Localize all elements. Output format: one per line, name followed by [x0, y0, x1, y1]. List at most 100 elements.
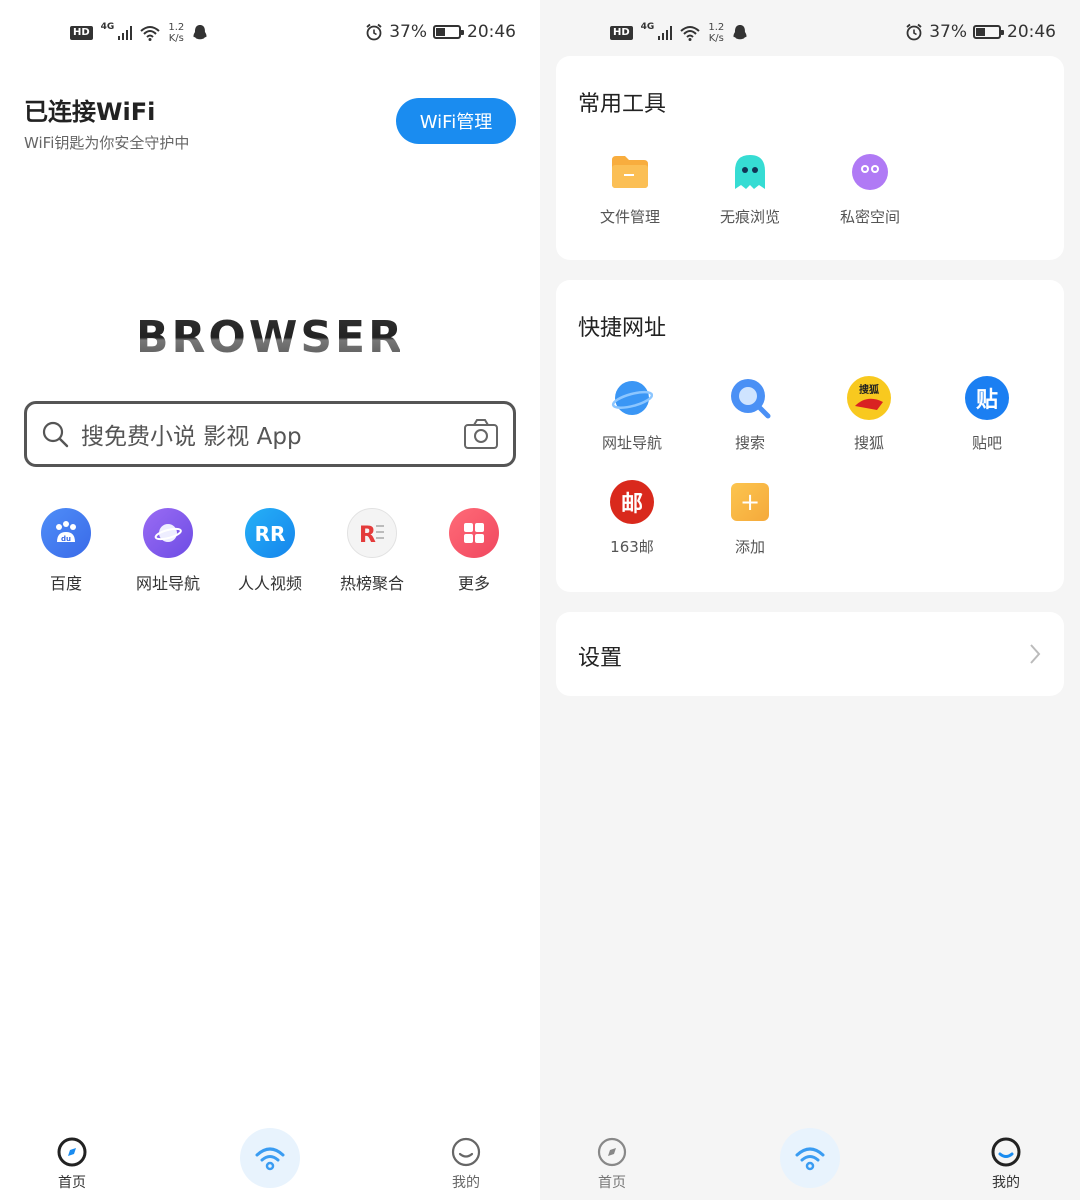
shortcut-tieba[interactable]: 贴 贴吧 — [937, 376, 1037, 453]
tool-incognito[interactable]: 无痕浏览 — [700, 150, 800, 227]
tool-private-space[interactable]: 私密空间 — [820, 150, 920, 227]
folder-icon — [608, 150, 652, 194]
tool-label: 私密空间 — [839, 208, 900, 226]
shortcut-label: 搜索 — [734, 434, 765, 452]
mask-icon — [848, 150, 892, 194]
quick-link-hot-list[interactable]: R 热榜聚合 — [327, 508, 417, 594]
search-placeholder: 搜免费小说 影视 App — [81, 424, 302, 450]
search-q-icon — [728, 376, 772, 420]
quick-link-more[interactable]: 更多 — [429, 508, 519, 594]
tool-label: 文件管理 — [599, 208, 660, 226]
battery-percent: 37% — [389, 22, 427, 42]
quick-link-nav[interactable]: 网址导航 — [123, 508, 213, 594]
nav-home-label: 首页 — [58, 1175, 86, 1191]
camera-icon[interactable] — [463, 418, 499, 450]
tieba-icon: 贴 — [965, 376, 1009, 420]
speed-value: 1.2 — [708, 22, 725, 33]
chevron-right-icon — [1030, 644, 1041, 664]
network-type: 4G — [100, 22, 115, 32]
qq-icon — [733, 25, 747, 40]
signal-icon — [658, 26, 673, 40]
quick-link-rrvideo[interactable]: RR 人人视频 — [225, 508, 315, 594]
tool-file-manager[interactable]: 文件管理 — [580, 150, 680, 227]
shortcuts-card: 快捷网址 网址导航 搜索 搜狐 搜狐 贴 贴吧 邮 163邮 + 添加 — [556, 280, 1064, 592]
alarm-icon — [906, 23, 922, 41]
compass-icon — [597, 1137, 627, 1167]
shortcut-nav[interactable]: 网址导航 — [582, 376, 682, 453]
wifi-icon — [255, 1147, 285, 1171]
qq-icon — [193, 25, 207, 40]
quick-link-label: 百度 — [49, 574, 82, 593]
smile-icon — [451, 1137, 481, 1167]
add-badge: + — [739, 488, 761, 516]
nav-mine-label: 我的 — [452, 1175, 480, 1191]
signal-icon — [118, 26, 133, 40]
quick-link-label: 人人视频 — [237, 574, 302, 593]
planet-icon — [610, 376, 654, 420]
compass-icon — [57, 1137, 87, 1167]
shortcut-label: 添加 — [734, 538, 765, 556]
alarm-icon — [366, 23, 382, 41]
battery-icon — [973, 25, 1004, 39]
quick-links: du 百度 网址导航 RR 人人视频 R 热榜聚合 更多 — [0, 508, 540, 594]
quick-link-baidu[interactable]: du 百度 — [21, 508, 111, 594]
mail163-icon: 邮 — [610, 480, 654, 524]
nav-mine[interactable]: 我的 — [976, 1136, 1036, 1192]
quick-link-label: 热榜聚合 — [339, 574, 404, 593]
tool-label: 无痕浏览 — [719, 208, 780, 226]
browser-logo: BROWSER — [0, 308, 540, 368]
bottom-nav: 首页 我的 — [540, 1128, 1080, 1200]
nav-wifi-button[interactable] — [780, 1128, 840, 1188]
hd-icon: HD — [70, 26, 93, 40]
shortcut-label: 贴吧 — [971, 434, 1002, 452]
settings-row[interactable]: 设置 — [556, 612, 1064, 696]
grid-icon — [449, 508, 499, 558]
home-screen: HD 4G 1.2 K/s 37% 20:46 已连接WiFi WiFi钥匙为你安… — [0, 0, 540, 1200]
network-speed: 1.2 K/s — [168, 22, 184, 44]
planet-icon — [143, 508, 193, 558]
speed-value: 1.2 — [168, 22, 185, 33]
hd-icon: HD — [610, 26, 633, 40]
search-icon — [42, 421, 69, 448]
nav-home[interactable]: 首页 — [42, 1136, 102, 1192]
network-speed: 1.2 K/s — [708, 22, 724, 44]
speed-unit: K/s — [708, 33, 724, 44]
battery-icon — [433, 25, 464, 39]
speed-unit: K/s — [168, 33, 184, 44]
tools-card: 常用工具 文件管理 无痕浏览 私密空间 — [556, 56, 1064, 260]
shortcut-add[interactable]: + 添加 — [700, 480, 800, 557]
search-box[interactable]: 搜免费小说 影视 App — [24, 401, 516, 467]
baidu-icon: du — [41, 508, 91, 558]
nav-wifi-button[interactable] — [240, 1128, 300, 1188]
browser-logo-mark: BROWSER — [135, 312, 402, 363]
svg-text:du: du — [61, 535, 71, 543]
nav-home[interactable]: 首页 — [582, 1136, 642, 1192]
wifi-status-title: 已连接WiFi — [24, 92, 156, 129]
tools-title: 常用工具 — [578, 92, 667, 117]
quick-link-label: 更多 — [457, 574, 490, 593]
svg-text:RR: RR — [255, 522, 286, 546]
quick-link-label: 网址导航 — [135, 574, 200, 593]
logo-text: BROWSER — [140, 312, 400, 363]
clock: 20:46 — [467, 22, 516, 42]
shortcut-163mail[interactable]: 邮 163邮 — [582, 480, 682, 557]
settings-label: 设置 — [578, 646, 623, 671]
status-bar: HD 4G 1.2 K/s 37% 20:46 — [0, 18, 540, 50]
battery-percent: 37% — [929, 22, 967, 42]
shortcut-search[interactable]: 搜索 — [700, 376, 800, 453]
mail163-badge: 邮 — [620, 492, 643, 517]
wifi-status-subtitle: WiFi钥匙为你安全守护中 — [24, 134, 190, 152]
sohu-badge: 搜狐 — [859, 383, 879, 396]
nav-home-label: 首页 — [598, 1175, 626, 1191]
sohu-icon: 搜狐 — [847, 376, 891, 420]
tieba-badge: 贴 — [975, 388, 998, 413]
nav-mine-label: 我的 — [992, 1175, 1020, 1191]
svg-text:R: R — [359, 523, 376, 546]
network-type: 4G — [640, 22, 655, 32]
shortcut-sohu[interactable]: 搜狐 搜狐 — [819, 376, 919, 453]
clock: 20:46 — [1007, 22, 1056, 42]
bottom-nav: 首页 我的 — [0, 1128, 540, 1200]
wifi-manage-button[interactable]: WiFi管理 — [396, 98, 516, 144]
ghost-icon — [728, 150, 772, 194]
nav-mine[interactable]: 我的 — [436, 1136, 496, 1192]
